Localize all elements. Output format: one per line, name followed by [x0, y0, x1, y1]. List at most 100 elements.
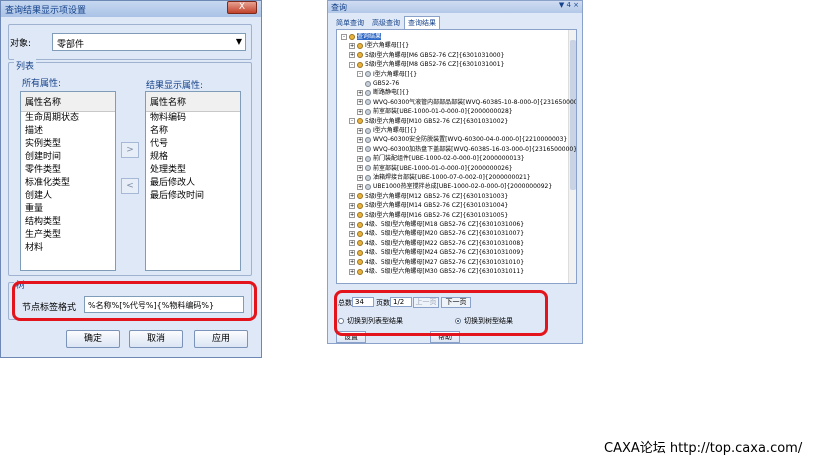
tree-node[interactable]: +4级、5级I型六角螺母[M22 GB52-76 CZ]{6301031008}: [349, 240, 524, 248]
all-attributes-caption: 所有属性:: [22, 79, 62, 89]
chevron-down-icon: ▼: [235, 37, 242, 46]
all-attributes-list[interactable]: 属性名称 生命周期状态 描述 实例类型 创建时间 零件类型 标准化类型 创建人 重量 结构类型生…: [20, 91, 116, 271]
expand-icon[interactable]: +: [349, 202, 355, 209]
tree-node[interactable]: - 查询结果: [341, 33, 382, 41]
expand-icon[interactable]: +: [357, 99, 363, 106]
collapse-icon[interactable]: -: [357, 71, 363, 78]
tree-node[interactable]: + WVQ-60300气液管内部部品部装[WVQ-60385-10-8-000-0…: [357, 99, 576, 107]
tree-node[interactable]: +5级I型六角螺母[M6 GB52-76 CZ]{6301031000}: [349, 52, 504, 60]
tree-node[interactable]: +4级、5级I型六角螺母[M27 GB52-76 CZ]{6301031010}: [349, 259, 524, 267]
result-tree[interactable]: - 查询结果 + I型六角螺母[]{} +5级I型六角螺母[M6 GB52-76 CZ]…: [336, 29, 577, 284]
vertical-scrollbar[interactable]: [568, 30, 576, 283]
tree-node[interactable]: + WVQ-60300安全防脱装置[WVQ-60300-04-0-000-0]{2…: [357, 136, 567, 144]
tab-advanced-query[interactable]: 高级查询: [368, 16, 404, 30]
tree-node-label: 5级I型六角螺母[M6 GB52-76 CZ]{6301031000}: [365, 51, 505, 59]
tree-node[interactable]: +4级、5级I型六角螺母[M20 GB52-76 CZ]{6301031007}: [349, 230, 524, 238]
tree-node[interactable]: - 5级I型六角螺母[M8 GB52-76 CZ]{6301031001}: [349, 61, 504, 69]
list-item[interactable]: 实例类型: [21, 138, 115, 151]
collapse-icon[interactable]: -: [349, 118, 355, 125]
expand-icon[interactable]: +: [349, 249, 355, 256]
list-item[interactable]: 最后修改时间: [146, 190, 240, 203]
expand-icon[interactable]: +: [349, 240, 355, 247]
expand-icon[interactable]: +: [349, 193, 355, 200]
expand-icon[interactable]: +: [357, 174, 363, 181]
tree-node-label: WVQ-60300加热盘下盖部装[WVQ-60385-16-03-000-0]{…: [373, 145, 577, 153]
list-item[interactable]: 代号: [146, 138, 240, 151]
cancel-button[interactable]: 取消: [129, 330, 183, 348]
tree-node[interactable]: + WVQ-60300加热盘下盖部装[WVQ-60385-16-03-000-0]…: [357, 145, 577, 154]
object-select[interactable]: 零部件 ▼: [52, 33, 246, 51]
tree-node[interactable]: - 5级I型六角螺母[M10 GB52-76 CZ]{6301031002}: [349, 118, 508, 126]
move-left-button[interactable]: <: [121, 178, 139, 194]
list-item[interactable]: 零件类型: [21, 164, 115, 177]
tree-node[interactable]: + I型六角螺母[]{}: [349, 42, 409, 50]
expand-icon[interactable]: +: [357, 146, 363, 153]
list-item[interactable]: 最后修改人: [146, 177, 240, 190]
list-item[interactable]: 生产类型: [21, 229, 115, 242]
folder-icon: [357, 221, 363, 228]
expand-icon[interactable]: +: [349, 212, 355, 219]
expand-icon[interactable]: +: [349, 259, 355, 266]
expand-icon[interactable]: +: [357, 89, 363, 96]
move-right-button[interactable]: >: [121, 142, 139, 158]
list-item[interactable]: 描述: [21, 125, 115, 138]
expand-icon[interactable]: +: [349, 268, 355, 275]
tree-node[interactable]: - I型六角螺母[]{}: [357, 71, 417, 79]
tree-node[interactable]: +4级、5级I型六角螺母[M24 GB52-76 CZ]{6301031009}: [349, 249, 524, 257]
panel-controls[interactable]: ▼ 4 ×: [559, 1, 579, 9]
list-item[interactable]: 物料编码: [146, 112, 240, 125]
tree-node[interactable]: + 断路静电[]{}: [357, 89, 409, 97]
list-item[interactable]: 规格: [146, 151, 240, 164]
ok-button[interactable]: 确定: [66, 330, 120, 348]
collapse-icon[interactable]: -: [341, 33, 347, 40]
list-item[interactable]: 生命周期状态: [21, 112, 115, 125]
collapse-icon[interactable]: -: [349, 61, 355, 68]
close-button[interactable]: X: [227, 1, 257, 14]
tree-node[interactable]: + 油箱焊接台部装[UBE-1000-07-0-002-0]{2000000021…: [357, 174, 531, 182]
tab-simple-query[interactable]: 简单查询: [332, 16, 368, 30]
part-icon: [365, 71, 371, 78]
tree-node[interactable]: +5级I型六角螺母[M14 GB52-76 CZ]{6301031004}: [349, 202, 508, 210]
expand-icon[interactable]: +: [357, 127, 363, 134]
list-item[interactable]: 创建人: [21, 190, 115, 203]
tree-node-label: 油箱焊接台部装[UBE-1000-07-0-002-0]{2000000021}: [373, 174, 531, 181]
expand-icon[interactable]: +: [357, 183, 363, 190]
tree-node-label: I型六角螺母[]{}: [373, 127, 418, 134]
scrollbar-thumb[interactable]: [570, 40, 576, 190]
list-item[interactable]: 材料: [21, 242, 115, 255]
expand-icon[interactable]: +: [357, 165, 363, 172]
folder-icon: [357, 259, 363, 266]
list-header: 属性名称: [21, 92, 115, 112]
tree-node[interactable]: + 前室部装[UBE-1000-01-0-000-0]{2000000028}: [357, 108, 513, 116]
tree-node[interactable]: GB52-76: [365, 80, 399, 88]
tree-node[interactable]: + 前门装配组件[UBE-1000-02-0-000-0]{2000000013}: [357, 155, 525, 163]
list-item[interactable]: 处理类型: [146, 164, 240, 177]
tree-node[interactable]: + 前室部装[UBE-1000-01-0-000-0]{2000000026}: [357, 165, 513, 173]
list-item[interactable]: 名称: [146, 125, 240, 138]
tree-node[interactable]: +5级I型六角螺母[M12 GB52-76 CZ]{6301031003}: [349, 193, 508, 201]
expand-icon[interactable]: +: [357, 108, 363, 115]
list-item[interactable]: 结构类型: [21, 216, 115, 229]
apply-button[interactable]: 应用: [194, 330, 248, 348]
expand-icon[interactable]: +: [357, 155, 363, 162]
list-item[interactable]: 创建时间: [21, 151, 115, 164]
tree-node[interactable]: +4级、5级I型六角螺母[M30 GB52-76 CZ]{6301031011}: [349, 268, 524, 276]
highlight-box: [12, 281, 257, 321]
part-icon: [365, 174, 371, 181]
tree-node[interactable]: +4级、5级I型六角螺母[M18 GB52-76 CZ]{6301031006}: [349, 221, 524, 229]
expand-icon[interactable]: +: [349, 52, 355, 59]
expand-icon[interactable]: +: [349, 221, 355, 228]
tree-node[interactable]: + UBE1000热室搅拌总成[UBE-1000-02-0-000-0]{2000…: [357, 183, 552, 191]
tab-query-results[interactable]: 查询结果: [404, 16, 440, 29]
tree-node[interactable]: +5级I型六角螺母[M16 GB52-76 CZ]{6301031005}: [349, 212, 508, 220]
tree-node-label: GB52-76: [373, 80, 400, 87]
expand-icon[interactable]: +: [349, 42, 355, 49]
tree-node-label: 4级、5级I型六角螺母[M27 GB52-76 CZ]{6301031010}: [365, 258, 525, 266]
result-attributes-list[interactable]: 属性名称 物料编码 名称 代号 规格 处理类型 最后修改人 最后修改时间: [145, 91, 241, 271]
list-item[interactable]: 标准化类型: [21, 177, 115, 190]
expand-icon[interactable]: +: [349, 230, 355, 237]
list-item[interactable]: 重量: [21, 203, 115, 216]
expand-icon[interactable]: +: [357, 136, 363, 143]
tree-node[interactable]: + I型六角螺母[]{}: [357, 127, 417, 135]
tree-node-label: 5级I型六角螺母[M16 GB52-76 CZ]{6301031005}: [365, 211, 509, 219]
